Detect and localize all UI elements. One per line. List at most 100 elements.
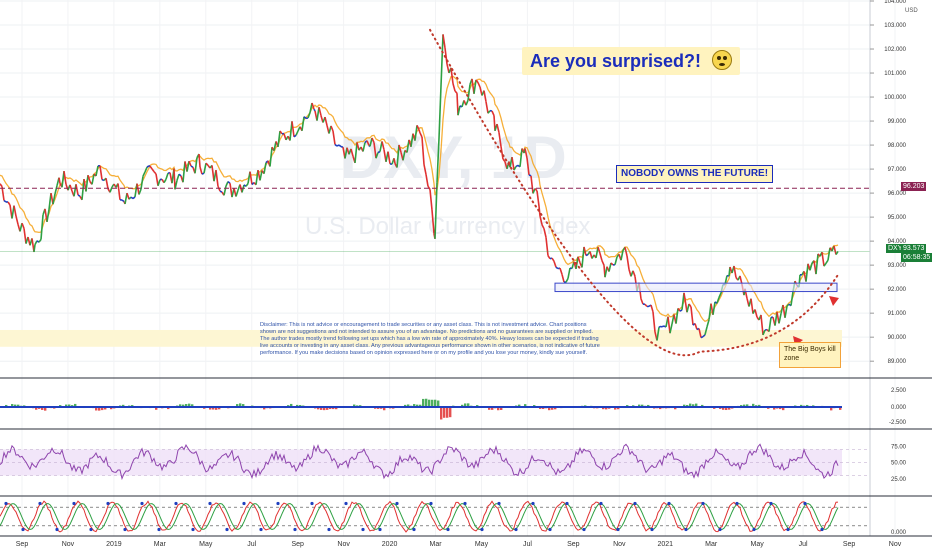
- price-segment: [602, 261, 604, 266]
- price-segment: [147, 166, 149, 167]
- rsi-pane: [0, 444, 870, 478]
- price-segment: [378, 152, 380, 153]
- stoch-signal-dot: [140, 502, 143, 505]
- price-segment: [88, 175, 90, 182]
- macd-bar: [431, 400, 433, 407]
- price-segment: [8, 202, 10, 205]
- price-tick-label: 89.000: [888, 359, 907, 365]
- future-callout: NOBODY OWNS THE FUTURE!: [616, 165, 773, 183]
- stoch-signal-dot: [276, 502, 279, 505]
- price-segment: [791, 292, 793, 306]
- macd-tick-label: -2.500: [889, 420, 907, 426]
- macd-bar: [434, 400, 436, 407]
- surprised-text: Are you surprised?!: [530, 51, 706, 71]
- price-segment: [139, 189, 141, 194]
- price-segment: [779, 314, 781, 324]
- price-segment: [834, 246, 836, 255]
- price-segment: [633, 271, 635, 277]
- stoch-signal-dot: [412, 528, 415, 531]
- surprised-callout: Are you surprised?!: [522, 47, 740, 75]
- last-price-tag: 93.573: [901, 244, 926, 253]
- time-tick-label: Jul: [799, 541, 808, 548]
- price-segment: [308, 113, 310, 118]
- price-segment: [150, 166, 152, 169]
- price-segment: [228, 182, 230, 184]
- price-segment: [64, 171, 66, 184]
- price-segment: [331, 126, 333, 131]
- price-segment: [133, 197, 135, 199]
- price-tick-label: 98.000: [888, 143, 907, 149]
- price-tick-label: 102.000: [884, 47, 906, 53]
- stoch-tick-label: 0.000: [891, 530, 907, 536]
- price-segment: [314, 109, 315, 111]
- stoch-signal-dot: [106, 502, 109, 505]
- stoch-signal-dot: [565, 502, 568, 505]
- macd-bar: [446, 407, 448, 418]
- price-segment: [166, 173, 168, 179]
- price-segment: [568, 268, 570, 279]
- price-segment: [684, 293, 685, 299]
- time-tick-label: Mar: [705, 541, 718, 548]
- price-segment: [216, 170, 218, 186]
- stoch-signal-dot: [718, 528, 721, 531]
- price-segment: [430, 189, 432, 210]
- time-tick-label: Jul: [523, 541, 532, 548]
- price-segment: [680, 310, 682, 311]
- rsi-tick-label: 75.00: [891, 444, 907, 450]
- price-segment: [110, 187, 112, 192]
- price-segment: [220, 191, 222, 192]
- price-segment: [600, 254, 602, 261]
- stoch-signal-dot: [174, 502, 177, 505]
- price-tick-label: 91.000: [888, 311, 907, 317]
- price-segment: [466, 100, 468, 105]
- price-segment: [47, 210, 49, 222]
- price-segment: [810, 263, 812, 270]
- time-tick-label: Nov: [613, 541, 626, 548]
- price-segment: [486, 102, 488, 114]
- price-segment: [39, 240, 41, 243]
- price-segment: [199, 154, 200, 167]
- chart-canvas[interactable]: DXY, 1D U.S. Dollar Currency Index USD 1…: [0, 0, 932, 550]
- price-segment: [554, 261, 556, 267]
- dxy-chart[interactable]: DXY, 1D U.S. Dollar Currency Index USD 1…: [0, 0, 932, 550]
- time-tick-label: 2021: [657, 541, 673, 548]
- price-tick-label: 100.000: [884, 95, 906, 101]
- stoch-signal-dot: [446, 528, 449, 531]
- price-segment: [556, 267, 558, 268]
- price-segment: [224, 186, 226, 195]
- stoch-signal-dot: [361, 528, 364, 531]
- price-segment: [127, 193, 129, 199]
- kill-zone-callout: The Big Boys kill zone: [779, 342, 841, 368]
- dotted-arc: [430, 30, 838, 355]
- price-tick-label: 96.000: [888, 191, 907, 197]
- price-segment: [86, 175, 88, 191]
- price-tick-label: 104.000: [884, 0, 906, 5]
- price-segment: [552, 258, 554, 261]
- price-tick-label: 101.000: [884, 71, 906, 77]
- price-segment: [70, 185, 72, 191]
- time-axis[interactable]: SepNov2019MarMayJulSepNov2020MarMayJulSe…: [16, 541, 902, 548]
- price-segment: [270, 147, 272, 166]
- price-tick-label: 95.000: [888, 215, 907, 221]
- price-segment: [246, 184, 248, 187]
- price-segment: [578, 257, 580, 263]
- stoch-pane: [0, 501, 870, 532]
- price-segment: [200, 167, 202, 174]
- price-tick-label: 90.000: [888, 335, 907, 341]
- target-arrow-icon: [829, 296, 839, 306]
- macd-bar: [443, 407, 445, 418]
- price-segment: [154, 172, 156, 174]
- price-segment: [156, 174, 158, 186]
- rsi-tick-label: 50.00: [891, 461, 907, 467]
- price-segment: [826, 260, 828, 263]
- price-segment: [174, 169, 175, 190]
- price-segment: [457, 93, 458, 115]
- stoch-signal-dot: [633, 502, 636, 505]
- price-segment: [236, 190, 238, 196]
- price-segment: [468, 84, 470, 100]
- price-segment: [106, 178, 108, 189]
- price-segment: [4, 201, 6, 203]
- stoch-signal-dot: [72, 502, 75, 505]
- price-segment: [191, 166, 193, 167]
- currency-label: USD: [905, 8, 918, 14]
